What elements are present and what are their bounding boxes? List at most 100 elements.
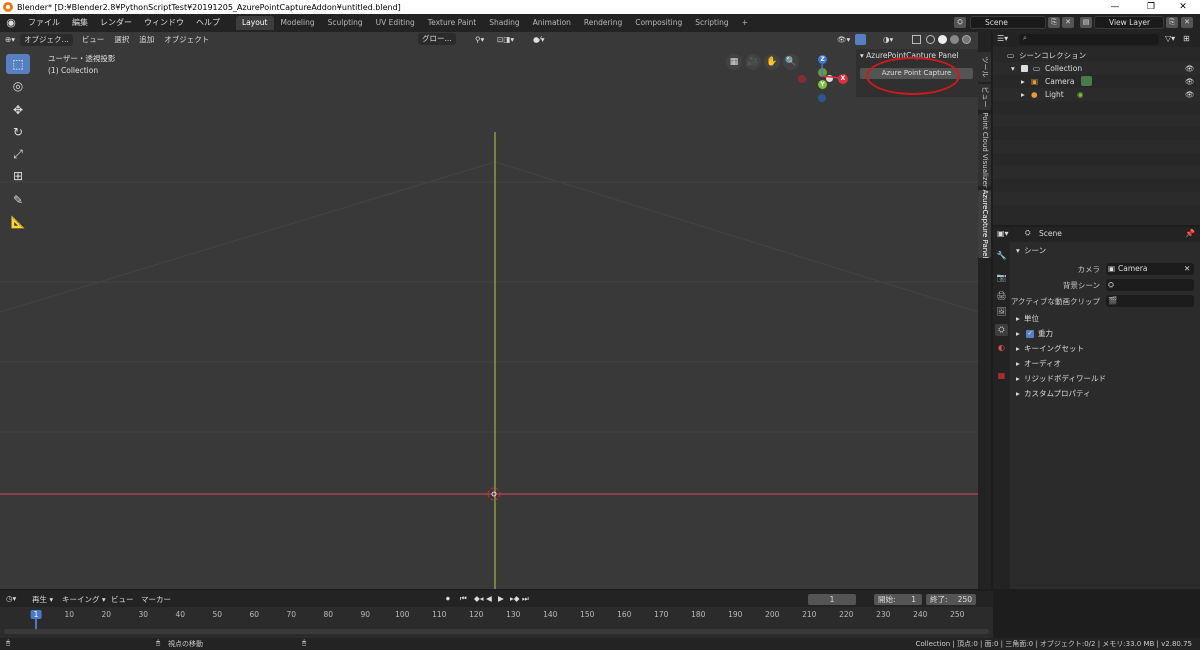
- proportional-edit-icon[interactable]: ●⁄▾: [528, 32, 550, 47]
- keying-sets-panel-header[interactable]: ▸ キーイングセット: [1010, 342, 1200, 356]
- tab-layout[interactable]: Layout: [236, 16, 274, 30]
- editor-type-icon[interactable]: ▣▾: [997, 229, 1009, 238]
- audio-panel-header[interactable]: ▸ オーディオ: [1010, 357, 1200, 371]
- cursor-tool-icon[interactable]: ◎: [6, 76, 30, 96]
- gizmo-toggle-icon[interactable]: [855, 34, 866, 45]
- playhead[interactable]: [35, 619, 37, 629]
- select-box-tool-icon[interactable]: ⬚: [6, 54, 30, 74]
- background-scene-field[interactable]: ⛭: [1106, 279, 1194, 291]
- texture-properties-tab-icon[interactable]: ▦: [995, 370, 1008, 382]
- visibility-eye-icon[interactable]: 👁: [1185, 88, 1195, 101]
- new-collection-icon[interactable]: ⊞: [1183, 34, 1190, 43]
- expand-arrow-icon[interactable]: ▾: [1011, 62, 1015, 75]
- active-clip-field[interactable]: 🎬: [1106, 295, 1194, 307]
- material-shading-icon[interactable]: [950, 35, 959, 44]
- visibility-icon[interactable]: 👁▾: [832, 32, 855, 47]
- expand-arrow-icon[interactable]: ▸: [1021, 75, 1025, 88]
- snap-icon[interactable]: ⊡◨▾: [492, 32, 519, 47]
- menu-window[interactable]: ウィンドウ: [138, 14, 190, 32]
- outliner-row-camera[interactable]: ▸ ▣ Camera 👁: [993, 75, 1200, 88]
- tab-uv-editing[interactable]: UV Editing: [370, 16, 421, 30]
- scene-properties-tab-icon[interactable]: ⛭: [995, 324, 1008, 336]
- outliner-row-light[interactable]: ▸ ● Light ◉ 👁: [993, 88, 1200, 101]
- units-panel-header[interactable]: ▸ 単位: [1010, 312, 1200, 326]
- tab-scripting[interactable]: Scripting: [689, 16, 734, 30]
- menu-render[interactable]: レンダー: [94, 14, 138, 32]
- rotate-tool-icon[interactable]: ↻: [6, 122, 30, 142]
- visibility-eye-icon[interactable]: 👁: [1185, 75, 1195, 88]
- transform-orientation-dropdown[interactable]: グロー...: [418, 33, 456, 45]
- output-properties-tab-icon[interactable]: 🖨: [995, 290, 1008, 302]
- rendered-shading-icon[interactable]: [962, 35, 971, 44]
- menu-file[interactable]: ファイル: [22, 14, 66, 32]
- menu-object[interactable]: オブジェクト: [159, 32, 214, 47]
- wireframe-shading-icon[interactable]: [926, 35, 935, 44]
- rigid-body-world-panel-header[interactable]: ▸ リジッドボディワールド: [1010, 372, 1200, 386]
- camera-field[interactable]: ▣ Camera ✕: [1106, 263, 1194, 275]
- tab-point-cloud-visualizer[interactable]: Point Cloud Visualizer: [978, 112, 991, 188]
- outliner-row-scene-collection[interactable]: ▭ シーンコレクション: [993, 49, 1200, 62]
- view-layer-browse-icon[interactable]: ▤: [1080, 17, 1092, 28]
- gravity-panel-header[interactable]: ▸ ✓ 重力: [1010, 327, 1200, 341]
- transform-tool-icon[interactable]: ⊞: [6, 166, 30, 186]
- scene-selector[interactable]: Scene: [970, 16, 1046, 29]
- pin-icon[interactable]: 📌: [1185, 229, 1195, 238]
- gizmo-x-axis-negative[interactable]: [798, 75, 806, 83]
- tab-rendering[interactable]: Rendering: [578, 16, 628, 30]
- mode-dropdown[interactable]: オブジェク...: [20, 33, 73, 46]
- view-layer-selector[interactable]: View Layer: [1094, 16, 1164, 29]
- menu-select[interactable]: 選択: [109, 32, 134, 47]
- timeline[interactable]: ◷▾ 再生 ▾ キーイング ▾ ビュー マーカー ⏺ ⏮ ◆◂ ◀ ▶ ▸◆ ⏭…: [0, 591, 993, 638]
- light-data-icon[interactable]: ◉: [1077, 88, 1084, 101]
- gizmo-z-axis-negative[interactable]: [818, 94, 826, 102]
- 3d-viewport[interactable]: ⊕▾ オブジェク... ビュー 選択 追加 オブジェクト グロー... ⚲▾ ⊡…: [0, 32, 978, 589]
- menu-add[interactable]: 追加: [134, 32, 159, 47]
- camera-data-icon[interactable]: [1081, 76, 1092, 86]
- render-properties-tab-icon[interactable]: 📷: [995, 272, 1008, 284]
- tab-azure-capture-panel[interactable]: AzureCapture Panel: [978, 190, 991, 258]
- delete-scene-icon[interactable]: ✕: [1062, 17, 1074, 28]
- custom-properties-panel-header[interactable]: ▸ カスタムプロパティ: [1010, 387, 1200, 401]
- gravity-checkbox[interactable]: ✓: [1026, 330, 1034, 338]
- tab-sculpting[interactable]: Sculpting: [322, 16, 369, 30]
- clear-camera-icon[interactable]: ✕: [1184, 263, 1190, 275]
- perspective-toggle-icon[interactable]: ▦: [726, 54, 742, 70]
- maximize-button[interactable]: ❐: [1134, 0, 1168, 14]
- scale-tool-icon[interactable]: ⤢: [6, 144, 30, 164]
- menu-edit[interactable]: 編集: [66, 14, 94, 32]
- view-layer-tab-icon[interactable]: 🖼: [995, 306, 1008, 318]
- pivot-icon[interactable]: ⚲▾: [470, 32, 489, 47]
- outliner-row-collection[interactable]: ▾ ▭ Collection 👁: [993, 62, 1200, 75]
- new-view-layer-icon[interactable]: ⎘: [1166, 17, 1178, 28]
- outliner-display-mode-icon[interactable]: ☰▾: [997, 34, 1008, 43]
- new-scene-icon[interactable]: ⎘: [1048, 17, 1060, 28]
- camera-view-icon[interactable]: 🎥: [745, 54, 761, 70]
- tab-animation[interactable]: Animation: [527, 16, 577, 30]
- menu-view[interactable]: ビュー: [77, 32, 110, 47]
- pan-view-icon[interactable]: ✋: [764, 54, 780, 70]
- tool-properties-tab-icon[interactable]: 🔧: [995, 250, 1008, 262]
- close-button[interactable]: ✕: [1166, 0, 1200, 14]
- zoom-view-icon[interactable]: 🔍: [783, 54, 799, 70]
- expand-arrow-icon[interactable]: ▸: [1021, 88, 1025, 101]
- tab-view[interactable]: ビュー: [978, 84, 991, 110]
- menu-help[interactable]: ヘルプ: [190, 14, 226, 32]
- xray-icon[interactable]: [912, 35, 921, 44]
- overlay-icon[interactable]: ◑▾: [878, 32, 898, 47]
- editor-type-icon[interactable]: ⊕▾: [0, 32, 20, 47]
- tab-texture-paint[interactable]: Texture Paint: [422, 16, 482, 30]
- tab-compositing[interactable]: Compositing: [629, 16, 688, 30]
- minimize-button[interactable]: —: [1098, 0, 1132, 14]
- blender-menu-icon[interactable]: ◉: [4, 16, 18, 30]
- filter-icon[interactable]: ▽▾: [1165, 34, 1175, 43]
- tab-shading[interactable]: Shading: [483, 16, 525, 30]
- move-tool-icon[interactable]: ✥: [6, 100, 30, 120]
- annotate-tool-icon[interactable]: ✎: [6, 190, 30, 210]
- measure-tool-icon[interactable]: 📐: [6, 212, 30, 232]
- solid-shading-icon[interactable]: [938, 35, 947, 44]
- outliner-search-input[interactable]: ⌕: [1019, 34, 1159, 45]
- visibility-eye-icon[interactable]: 👁: [1185, 62, 1195, 75]
- collection-checkbox[interactable]: [1021, 65, 1028, 72]
- timeline-scrollbar[interactable]: [4, 629, 989, 634]
- tab-modeling[interactable]: Modeling: [275, 16, 321, 30]
